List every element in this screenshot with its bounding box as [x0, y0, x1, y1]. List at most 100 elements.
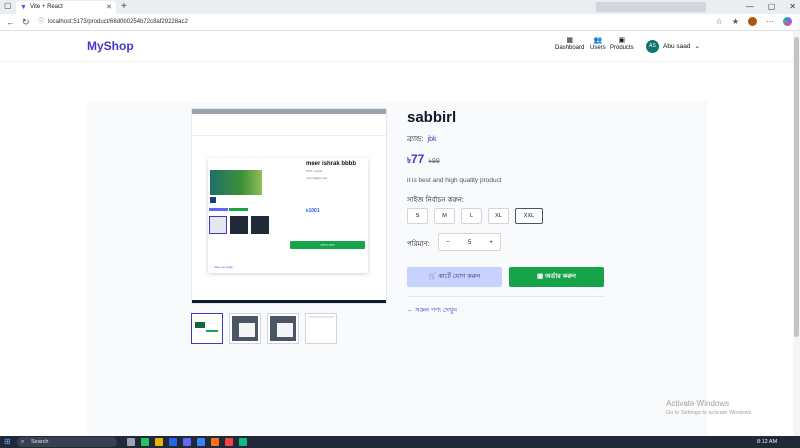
brand-value: jbk: [427, 136, 437, 143]
taskbar-search[interactable]: ⌕ Search: [17, 437, 117, 447]
users-icon: 👥: [593, 37, 603, 44]
cart-icon: 🛒: [428, 273, 437, 280]
activate-windows-watermark: Activate Windows Go to Settings to activ…: [666, 399, 753, 416]
app-icon-3[interactable]: [239, 438, 247, 446]
add-to-cart-label: কার্টে যোগ করুন: [438, 273, 481, 280]
app-icon[interactable]: [211, 438, 219, 446]
chevron-down-icon: ⌄: [694, 43, 700, 50]
image-button-a: [209, 208, 228, 211]
logo[interactable]: MyShop: [87, 39, 134, 53]
size-option-xl[interactable]: XL: [488, 208, 509, 224]
nav-users[interactable]: 👥 Users: [590, 37, 606, 51]
image-card-brand: ব্র্যান্ড: cnsrts: [306, 169, 322, 173]
user-name: Abu saad: [663, 42, 691, 50]
size-label: সাইজ নির্বাচন করুন:: [407, 197, 464, 204]
brand-label: ব্র্যান্ড:: [407, 136, 424, 143]
new-tab-icon[interactable]: +: [121, 0, 127, 14]
nav-products[interactable]: ▣ Products: [610, 37, 634, 51]
product-section: [87, 101, 707, 436]
main-product-image: meer ishrak bbbb ব্র্যান্ড: cnsrts I am …: [191, 108, 387, 304]
grid-icon: ▦: [566, 37, 573, 44]
increase-button[interactable]: +: [489, 239, 493, 246]
box-icon: ▣: [618, 37, 626, 44]
store-icon[interactable]: [183, 438, 191, 446]
size-options: S M L XL XXL: [407, 208, 543, 224]
close-window-icon[interactable]: ✕: [789, 0, 796, 14]
price-value: 77: [411, 152, 425, 166]
order-button[interactable]: ▣ অর্ডার করুন: [509, 267, 604, 287]
image-thumbs: [209, 216, 269, 234]
browser-tab[interactable]: ▼ Vite + React ✕: [16, 1, 116, 14]
thumbnail-2[interactable]: [229, 313, 261, 344]
edge-icon[interactable]: [169, 438, 177, 446]
file-explorer-icon[interactable]: [155, 438, 163, 446]
size-option-s[interactable]: S: [407, 208, 428, 224]
user-menu[interactable]: AS Abu saad ⌄: [646, 39, 700, 53]
info-icon[interactable]: ⓘ: [38, 17, 44, 28]
taskbar-apps: [127, 438, 247, 446]
image-photo: [210, 170, 262, 195]
order-label: অর্ডার করুন: [544, 273, 577, 280]
image-taskbar: [192, 300, 386, 303]
image-card-price: ৳1001: [306, 208, 320, 214]
profile-avatar[interactable]: [748, 17, 757, 26]
tab-strip-extras: [596, 2, 706, 12]
minimize-icon[interactable]: —: [746, 0, 754, 14]
nav-dashboard[interactable]: ▦ Dashboard: [555, 37, 584, 51]
reload-icon[interactable]: ↻: [22, 17, 30, 27]
nav-users-label: Users: [590, 45, 606, 51]
product-brand: ব্র্যান্ড: jbk: [407, 133, 436, 145]
page-scrollbar[interactable]: [793, 31, 800, 436]
tab-title: Vite + React: [30, 4, 63, 10]
window-menu-icon[interactable]: ▢: [4, 1, 12, 10]
scroll-thumb[interactable]: [794, 37, 799, 337]
image-nav: [192, 130, 386, 136]
star-icon[interactable]: ☆: [716, 17, 723, 26]
size-option-xxl[interactable]: XXL: [515, 208, 543, 224]
app-icon-2[interactable]: [225, 438, 233, 446]
image-card-desc: I am happy now: [306, 176, 328, 180]
close-tab-icon[interactable]: ✕: [106, 1, 112, 14]
bag-icon: ▣: [536, 273, 544, 280]
size-option-m[interactable]: M: [434, 208, 455, 224]
avatar: AS: [646, 39, 659, 53]
image-order-button: অর্ডার করুন: [290, 241, 365, 249]
taskbar-search-label: Search: [31, 439, 49, 445]
thumbnail-1[interactable]: [191, 313, 223, 344]
activate-subtitle: Go to Settings to activate Windows.: [666, 410, 753, 416]
copilot-icon[interactable]: [783, 17, 792, 26]
thumbnail-4[interactable]: [305, 313, 337, 344]
window-controls: — ▢ ✕: [746, 0, 796, 14]
product-description: it is best and high quality product: [407, 177, 502, 184]
favorites-icon[interactable]: ★: [732, 17, 739, 26]
address-bar-icons: ☆ ★ ⋯: [716, 17, 792, 26]
vite-icon: ▼: [20, 4, 27, 11]
chrome-icon[interactable]: [141, 438, 149, 446]
divider: [407, 296, 604, 297]
activate-title: Activate Windows: [666, 399, 730, 408]
price-row: ৳77 ৳99: [407, 152, 440, 168]
back-icon[interactable]: ←: [6, 17, 15, 27]
quantity-value: 5: [467, 238, 472, 246]
decrease-button[interactable]: −: [446, 239, 450, 246]
size-option-l[interactable]: L: [461, 208, 482, 224]
nav-dashboard-label: Dashboard: [555, 45, 585, 51]
thumbnail-3[interactable]: [267, 313, 299, 344]
nav-products-label: Products: [610, 45, 634, 51]
search-icon: ⌕: [21, 439, 25, 445]
all-products-link[interactable]: ← সকল পণ্য দেখুন: [407, 305, 457, 316]
more-icon[interactable]: ⋯: [766, 17, 774, 26]
image-page: meer ishrak bbbb ব্র্যান্ড: cnsrts I am …: [192, 114, 386, 300]
image-logo: [210, 197, 216, 203]
windows-start-icon[interactable]: ⊞: [4, 438, 11, 446]
vscode-icon[interactable]: [197, 438, 205, 446]
task-view-icon[interactable]: [127, 438, 135, 446]
thumbnail-strip: [191, 313, 341, 345]
taskbar-clock[interactable]: 8:12 AM: [757, 437, 777, 447]
url-text: localhost:5173/product/68d0b0254b72c8af2…: [48, 19, 188, 25]
maximize-icon[interactable]: ▢: [768, 0, 776, 14]
product-title: sabbirl: [407, 109, 457, 126]
add-to-cart-button[interactable]: 🛒 কার্টে যোগ করুন: [407, 267, 502, 287]
address-input[interactable]: ⓘ localhost:5173/product/68d0b0254b72c8a…: [38, 17, 718, 28]
image-card-title: meer ishrak bbbb: [306, 161, 357, 167]
